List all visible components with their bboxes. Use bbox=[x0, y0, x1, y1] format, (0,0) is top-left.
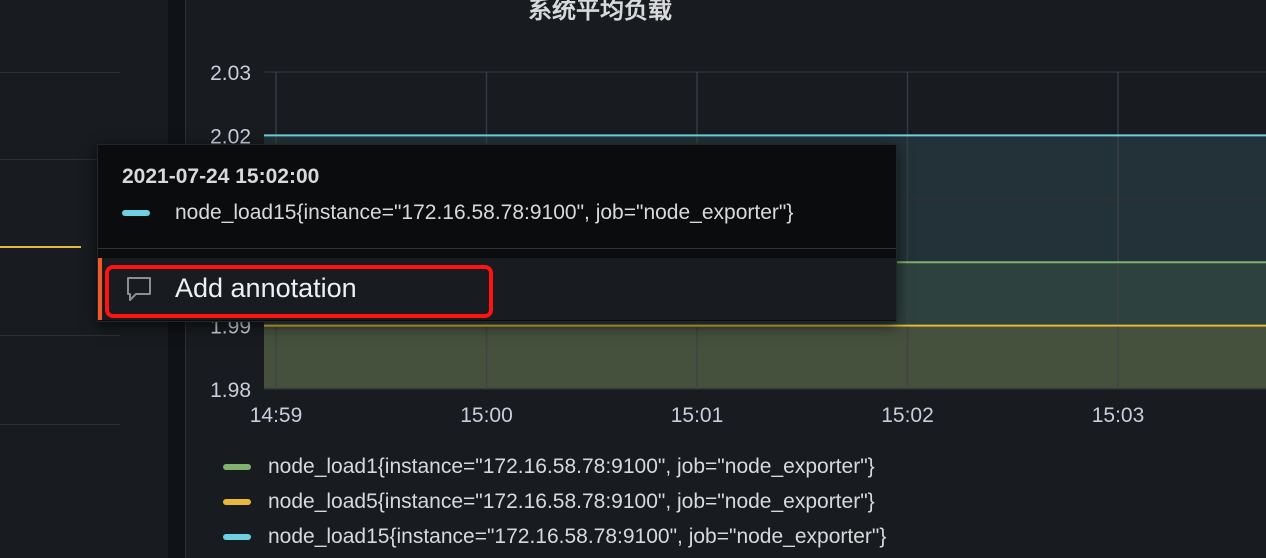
legend-item[interactable]: node_load5{instance="172.16.58.78:9100",… bbox=[223, 484, 875, 520]
x-tick-label: 15:03 bbox=[1092, 404, 1145, 427]
comment-icon bbox=[127, 277, 151, 301]
series-color-swatch[interactable] bbox=[223, 499, 251, 505]
series-fill bbox=[264, 325, 1266, 389]
y-tick-label: 1.98 bbox=[210, 379, 251, 402]
x-tick-label: 15:01 bbox=[671, 404, 724, 427]
series-color-swatch[interactable] bbox=[223, 464, 251, 470]
x-tick-label: 15:00 bbox=[460, 404, 513, 427]
series-color-swatch bbox=[122, 210, 150, 216]
legend-label[interactable]: node_load1{instance="172.16.58.78:9100",… bbox=[268, 455, 875, 479]
legend-label[interactable]: node_load5{instance="172.16.58.78:9100",… bbox=[268, 490, 875, 514]
tooltip-series-row: node_load15{instance="172.16.58.78:9100"… bbox=[122, 201, 793, 225]
x-tick-label: 14:59 bbox=[250, 404, 303, 427]
add-annotation-menu-item[interactable]: Add annotation bbox=[98, 258, 896, 320]
legend-label[interactable]: node_load15{instance="172.16.58.78:9100"… bbox=[268, 525, 886, 549]
tooltip-series-label: node_load15{instance="172.16.58.78:9100"… bbox=[175, 201, 794, 224]
legend-item[interactable]: node_load1{instance="172.16.58.78:9100",… bbox=[223, 449, 875, 485]
add-annotation-label[interactable]: Add annotation bbox=[175, 272, 357, 304]
tooltip-time: 2021-07-24 15:02:00 bbox=[122, 165, 320, 188]
divider bbox=[98, 248, 896, 249]
y-tick-label: 2.03 bbox=[210, 62, 251, 85]
x-tick-label: 15:02 bbox=[881, 404, 934, 427]
graph-context-menu: 2021-07-24 15:02:00 node_load15{instance… bbox=[97, 144, 897, 322]
series-color-swatch[interactable] bbox=[223, 534, 251, 540]
legend-item[interactable]: node_load15{instance="172.16.58.78:9100"… bbox=[223, 519, 886, 555]
